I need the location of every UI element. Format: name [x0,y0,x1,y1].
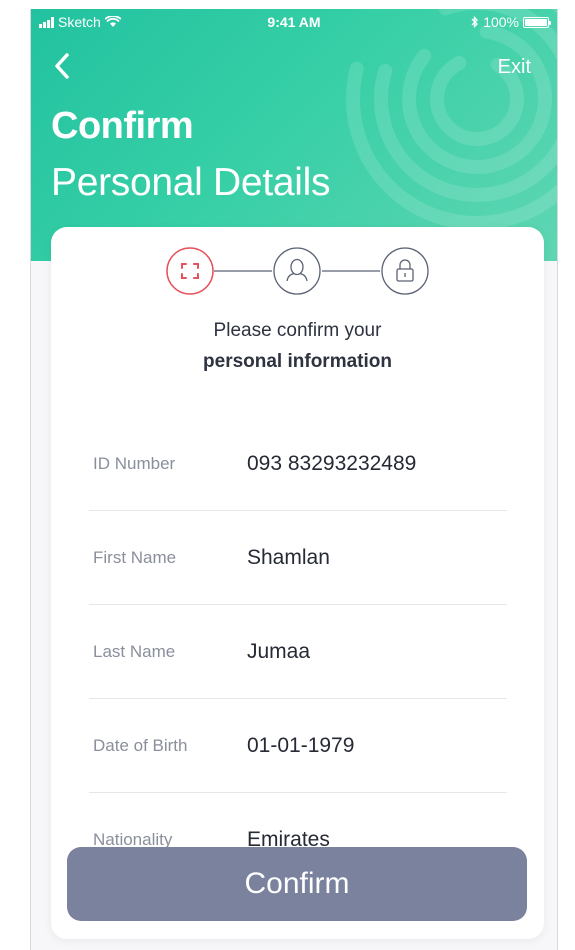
field-label: ID Number [93,453,176,473]
field-label: First Name [93,547,177,567]
header: Sketch 9:41 AM 100% Exit Confirm Persona… [31,9,557,261]
field-date-of-birth: Date of Birth 01-01-1979 [89,699,507,793]
exit-button[interactable]: Exit [498,56,531,79]
field-id-number: ID Number 093 83293232489 [89,417,507,511]
confirm-button[interactable]: Confirm [67,847,527,921]
field-last-name: Last Name Jumaa [89,605,507,699]
progress-stepper [166,247,429,295]
step-lock [381,247,429,295]
bluetooth-icon [471,16,479,28]
details-list: ID Number 093 83293232489 First Name Sha… [89,417,507,887]
field-value: Shamlan [247,545,330,569]
chevron-left-icon [55,53,69,79]
prompt-text-bold: personal information [203,351,392,372]
field-label: Last Name [93,641,176,661]
battery-percent: 100% [483,14,519,30]
field-label: Date of Birth [93,735,188,755]
status-right: 100% [471,14,551,30]
status-bar: Sketch 9:41 AM 100% [31,9,557,35]
field-value: 01-01-1979 [247,733,355,757]
back-button[interactable] [49,49,79,83]
phone-screen: Sketch 9:41 AM 100% Exit Confirm Persona… [30,9,558,950]
battery-icon [523,16,551,28]
prompt-text: Please confirm your [213,320,382,341]
fingerprint-icon [346,9,557,230]
field-value: Jumaa [247,639,311,663]
details-card: Please confirm your personal information… [51,227,544,939]
page-title: Confirm [51,105,194,147]
step-user [273,247,321,295]
page-subtitle: Personal Details [51,161,331,204]
step-scan [166,247,214,295]
field-value: 093 83293232489 [247,451,417,475]
field-first-name: First Name Shamlan [89,511,507,605]
